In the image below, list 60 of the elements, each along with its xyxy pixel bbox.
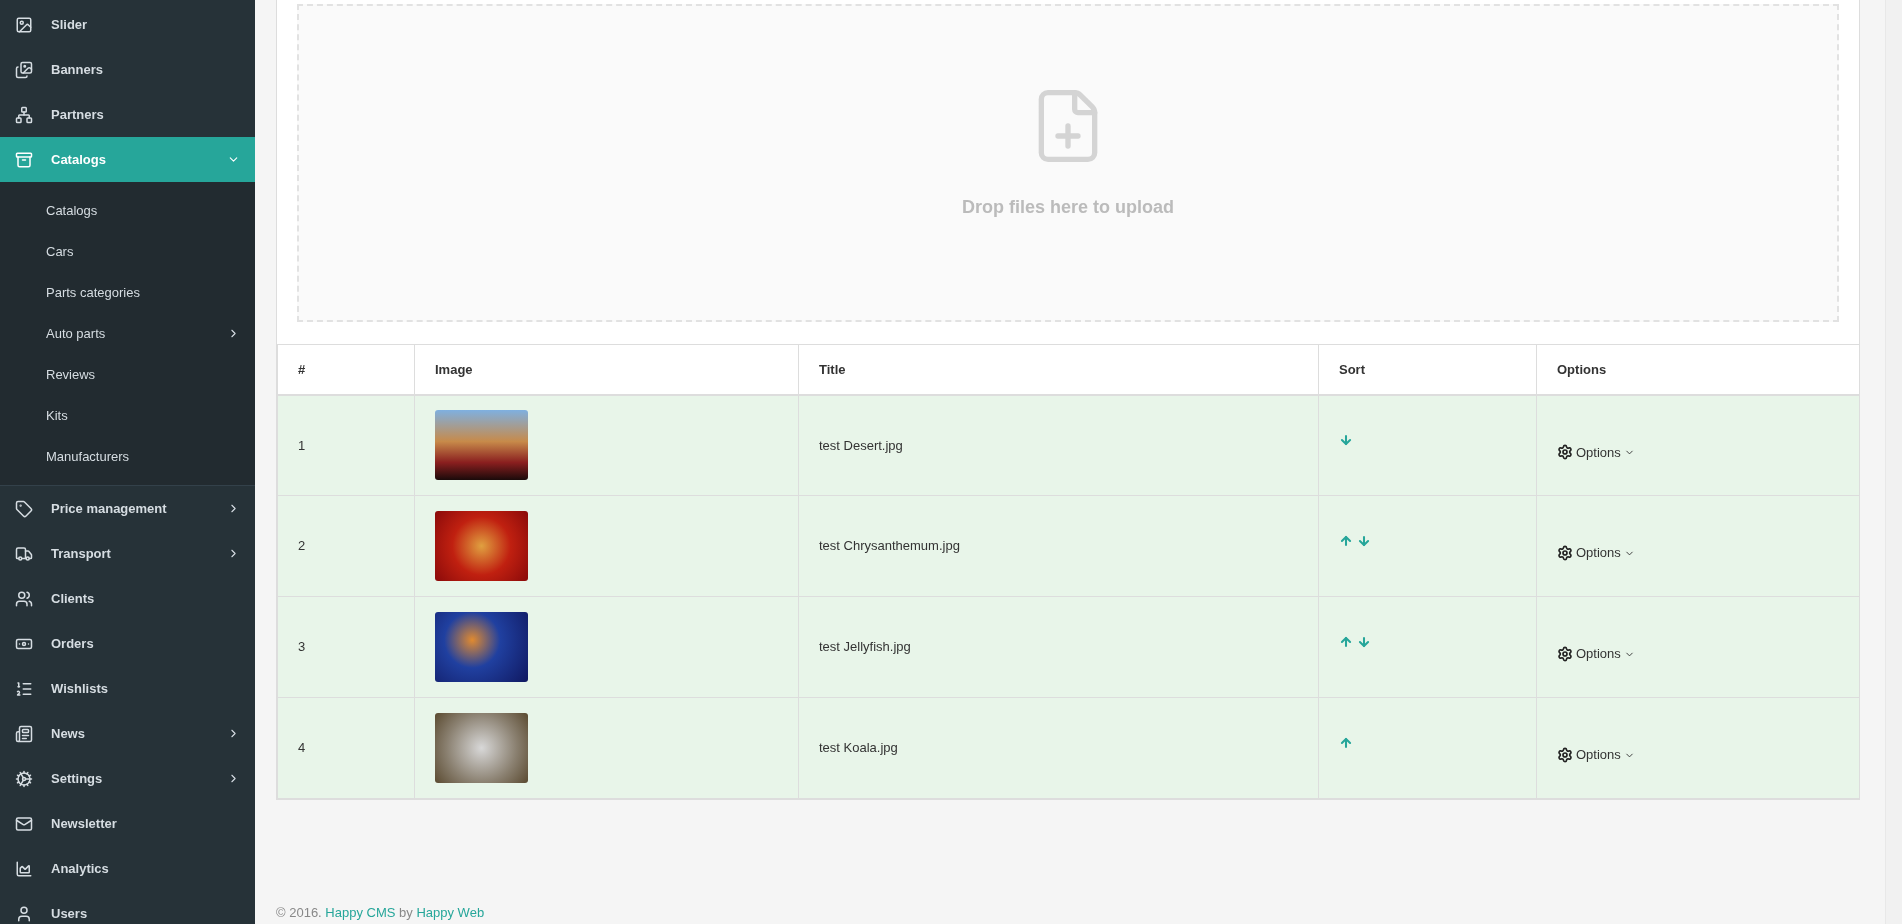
options-dropdown[interactable]: Options [1557,543,1635,563]
table-cell: 2 [277,495,415,597]
sidebar-item[interactable]: Orders [0,621,255,666]
gear-icon [1557,444,1573,461]
table-cell: 3 [277,596,415,698]
column-header: Sort [1318,344,1537,395]
gear-icon [1557,747,1573,763]
images-icon [15,60,33,79]
footer-text: © 2016. Happy CMS by Happy Web [276,903,486,922]
sidebar-item[interactable]: Analytics [0,846,255,891]
table-cell: 1 [277,394,415,496]
arrow-up-icon[interactable] [1339,634,1353,650]
sidebar-item[interactable]: Settings [0,756,255,801]
sidebar-item[interactable]: Slider [0,2,255,47]
submenu-item[interactable]: Kits [0,395,255,436]
gear-icon [1557,545,1573,561]
table-cell: test Chrysanthemum.jpg [798,495,1319,597]
sidebar-item[interactable]: Partners [0,92,255,137]
arrow-down-icon[interactable] [1357,634,1371,650]
sidebar-item[interactable]: Banners [0,47,255,92]
options-dropdown[interactable]: Options [1557,442,1635,462]
table-cell: test Desert.jpg [798,394,1319,496]
sidebar-item[interactable]: Users [0,891,255,924]
mail-icon [15,814,33,833]
submenu-item[interactable]: Parts categories [0,272,255,313]
table-cell: 4 [277,697,415,799]
tag-icon [15,499,33,518]
sidebar-item[interactable]: Wishlists [0,666,255,711]
sidebar-item[interactable]: News [0,711,255,756]
column-header: Title [798,344,1319,395]
people-icon [15,589,33,608]
gear-icon [1557,646,1573,662]
sidebar-item[interactable]: Price management [0,486,255,531]
table-cell: test Jellyfish.jpg [798,596,1319,698]
numbered-list-icon [15,679,33,698]
truck-icon [15,544,33,563]
archive-icon [15,150,33,169]
newspaper-icon [15,724,33,743]
sidebar-item[interactable]: Transport [0,531,255,576]
column-header: Options [1536,344,1859,395]
submenu-item[interactable]: Auto parts [0,313,255,354]
image-icon [15,15,33,34]
column-header: Image [414,344,799,395]
options-dropdown[interactable]: Options [1557,745,1635,765]
column-header: # [277,344,415,395]
sidebar-item[interactable]: Newsletter [0,801,255,846]
area-chart-icon [15,859,33,878]
arrow-up-icon[interactable] [1339,735,1353,751]
dropzone-message: Drop files here to upload [962,195,1174,219]
submenu-item[interactable]: Cars [0,231,255,272]
submenu-item[interactable]: Reviews [0,354,255,395]
arrow-up-icon[interactable] [1339,533,1353,549]
network-icon [15,105,33,124]
options-dropdown[interactable]: Options [1557,644,1635,664]
sidebar-item[interactable]: Clients [0,576,255,621]
submenu-item[interactable]: Manufacturers [0,436,255,477]
table-cell: test Koala.jpg [798,697,1319,799]
arrow-down-icon[interactable] [1357,533,1371,549]
submenu-item[interactable]: Catalogs [0,190,255,231]
user-icon [15,904,33,923]
